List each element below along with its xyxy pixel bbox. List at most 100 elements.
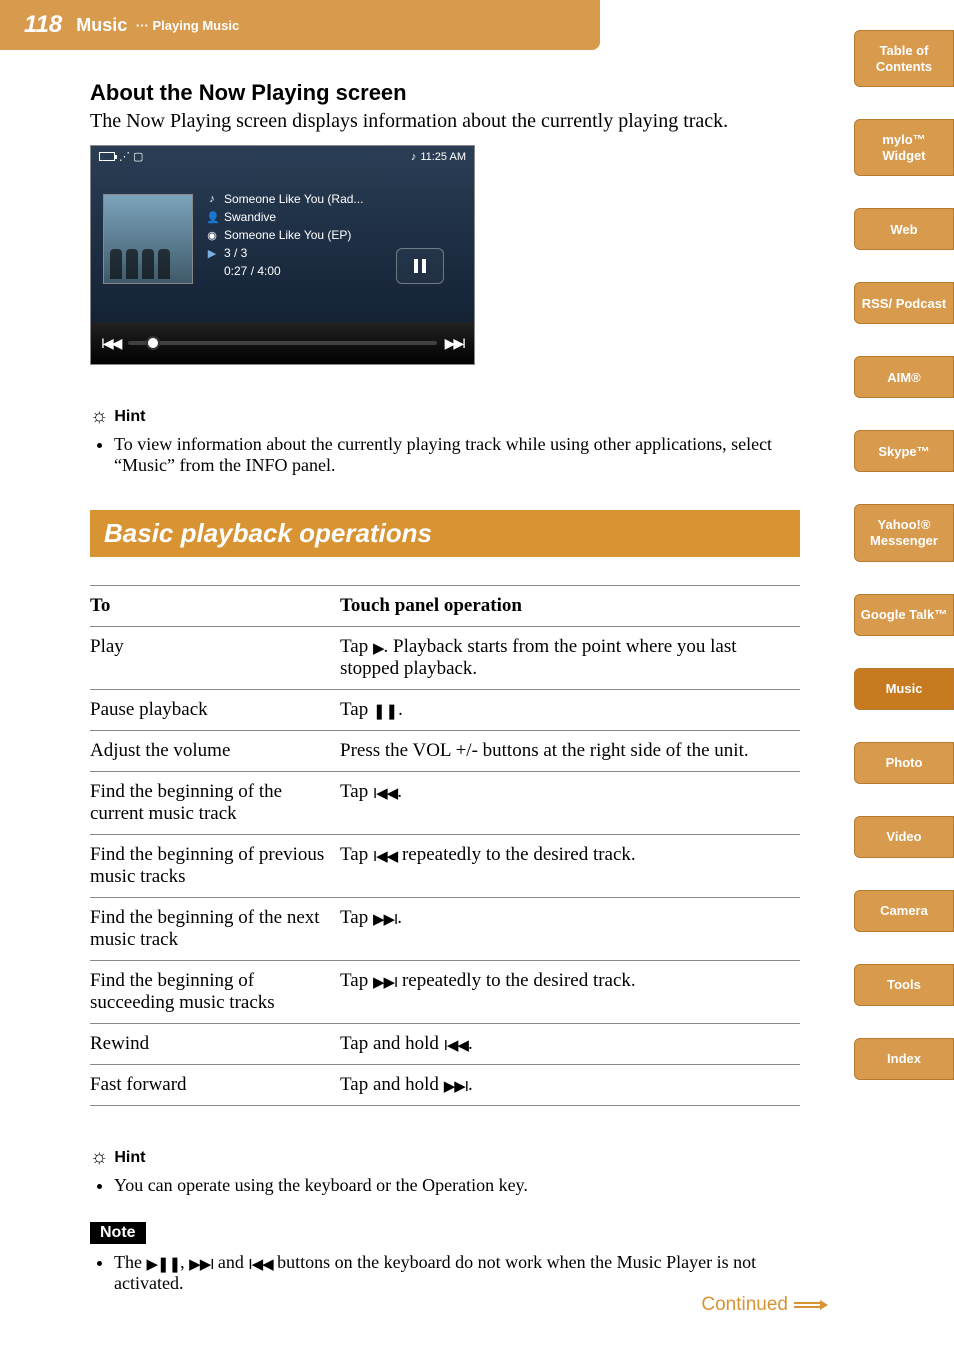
next-track-button[interactable]: ▶▶I <box>445 335 464 352</box>
nav-toc[interactable]: Table of Contents <box>854 30 954 87</box>
prevbold-icon: I◀◀ <box>373 847 397 865</box>
table-to-cell: Play <box>90 627 340 690</box>
note-item: The ▶❚❚, ▶▶I and I◀◀ buttons on the keyb… <box>114 1252 800 1294</box>
nav-skype[interactable]: Skype™ <box>854 430 954 472</box>
table-row: Find the beginning of the next music tra… <box>90 898 800 961</box>
nav-camera[interactable]: Camera <box>854 890 954 932</box>
hint-list-2: You can operate using the keyboard or th… <box>90 1175 800 1196</box>
window-icon: ▢ <box>133 150 143 163</box>
pause-icon <box>414 259 426 273</box>
hint-header: ☼ Hint <box>90 405 800 428</box>
table-header-to: To <box>90 586 340 627</box>
table-op-cell: Tap ❚❚. <box>340 690 800 731</box>
nav-tools[interactable]: Tools <box>854 964 954 1006</box>
nav-rss[interactable]: RSS/ Podcast <box>854 282 954 324</box>
table-row: RewindTap and hold I◀◀. <box>90 1024 800 1065</box>
page-header: 118 Music ··· Playing Music <box>0 0 600 50</box>
track-position: 3 / 3 <box>224 246 247 260</box>
table-to-cell: Adjust the volume <box>90 731 340 772</box>
playback-control-bar: I◀◀ ▶▶I <box>91 322 474 364</box>
table-op-cell: Tap I◀◀. <box>340 772 800 835</box>
nav-mylo[interactable]: mylo™ Widget <box>854 119 954 176</box>
hint-item: You can operate using the keyboard or th… <box>114 1175 800 1196</box>
table-row: Pause playbackTap ❚❚. <box>90 690 800 731</box>
music-note-icon <box>411 151 417 163</box>
sidebar-nav: Table of Contents mylo™ Widget Web RSS/ … <box>854 30 954 1112</box>
header-section: Music <box>76 15 127 36</box>
hint-item: To view information about the currently … <box>114 434 800 476</box>
track-album: Someone Like You (EP) <box>224 228 351 242</box>
nav-video[interactable]: Video <box>854 816 954 858</box>
table-to-cell: Find the beginning of the next music tra… <box>90 898 340 961</box>
hint-label: Hint <box>114 1149 145 1167</box>
next-icon: ▶▶I <box>373 973 397 991</box>
now-playing-screenshot: ⋰ ▢ 11:25 AM ♪Someone Like You (Rad... 👤… <box>90 145 475 365</box>
hint-list: To view information about the currently … <box>90 434 800 476</box>
nav-google-talk[interactable]: Google Talk™ <box>854 594 954 636</box>
wifi-icon: ⋰ <box>119 150 129 163</box>
track-title-icon: ♪ <box>206 193 218 205</box>
table-row: Find the beginning of succeeding music t… <box>90 961 800 1024</box>
play-icon: ▶ <box>373 639 384 657</box>
playing-icon: ▶ <box>206 247 218 260</box>
table-row: Find the beginning of the current music … <box>90 772 800 835</box>
table-op-cell: Press the VOL +/- buttons at the right s… <box>340 731 800 772</box>
table-to-cell: Rewind <box>90 1024 340 1065</box>
next-icon: ▶▶I <box>444 1077 468 1095</box>
progress-bar[interactable] <box>128 341 436 345</box>
page-number: 118 <box>0 11 76 39</box>
table-to-cell: Fast forward <box>90 1065 340 1106</box>
album-art <box>103 194 193 284</box>
about-intro: The Now Playing screen displays informat… <box>90 110 800 133</box>
note-label: Note <box>90 1222 146 1244</box>
table-to-cell: Find the beginning of the current music … <box>90 772 340 835</box>
table-header-operation: Touch panel operation <box>340 586 800 627</box>
hint-icon: ☼ <box>90 1146 108 1169</box>
table-op-cell: Tap ▶▶I. <box>340 898 800 961</box>
table-op-cell: Tap and hold ▶▶I. <box>340 1065 800 1106</box>
table-op-cell: Tap I◀◀ repeatedly to the desired track. <box>340 835 800 898</box>
table-op-cell: Tap ▶▶I repeatedly to the desired track. <box>340 961 800 1024</box>
next-icon: ▶▶I <box>373 910 397 928</box>
nav-web[interactable]: Web <box>854 208 954 250</box>
table-op-cell: Tap and hold I◀◀. <box>340 1024 800 1065</box>
main-content: About the Now Playing screen The Now Pla… <box>0 50 830 1294</box>
hint-header-2: ☼ Hint <box>90 1146 800 1169</box>
track-artist: Swandive <box>224 210 276 224</box>
hint-label: Hint <box>114 408 145 426</box>
prev-track-button[interactable]: I◀◀ <box>101 335 120 352</box>
hint-icon: ☼ <box>90 405 108 428</box>
progress-thumb[interactable] <box>146 336 160 350</box>
continued-indicator: Continued <box>701 1294 824 1316</box>
nav-index[interactable]: Index <box>854 1038 954 1080</box>
status-time: 11:25 AM <box>420 151 466 163</box>
play-pause-icon: ▶❚❚ <box>146 1255 180 1273</box>
table-row: PlayTap ▶. Playback starts from the poin… <box>90 627 800 690</box>
status-bar: ⋰ ▢ 11:25 AM <box>91 146 474 167</box>
prev-icon: I◀◀ <box>373 784 397 802</box>
nav-yahoo[interactable]: Yahoo!® Messenger <box>854 504 954 561</box>
table-op-cell: Tap ▶. Playback starts from the point wh… <box>340 627 800 690</box>
track-title: Someone Like You (Rad... <box>224 192 363 206</box>
continued-label: Continued <box>701 1294 788 1316</box>
album-icon: ◉ <box>206 229 218 242</box>
pause-icon: ❚❚ <box>373 702 398 720</box>
nav-photo[interactable]: Photo <box>854 742 954 784</box>
track-info: ♪Someone Like You (Rad... 👤Swandive ◉Som… <box>206 192 363 282</box>
prevbold-icon: I◀◀ <box>444 1036 468 1054</box>
battery-icon <box>99 152 115 161</box>
table-to-cell: Pause playback <box>90 690 340 731</box>
pause-button[interactable] <box>396 248 444 284</box>
table-to-cell: Find the beginning of succeeding music t… <box>90 961 340 1024</box>
nav-music[interactable]: Music <box>854 668 954 710</box>
prev-icon: I◀◀ <box>248 1255 272 1273</box>
track-time: 0:27 / 4:00 <box>224 264 281 278</box>
table-row: Adjust the volumePress the VOL +/- butto… <box>90 731 800 772</box>
nav-aim[interactable]: AIM® <box>854 356 954 398</box>
section-basic-playback: Basic playback operations <box>90 510 800 557</box>
table-to-cell: Find the beginning of previous music tra… <box>90 835 340 898</box>
operations-table: To Touch panel operation PlayTap ▶. Play… <box>90 585 800 1106</box>
about-heading: About the Now Playing screen <box>90 80 800 106</box>
table-row: Fast forwardTap and hold ▶▶I. <box>90 1065 800 1106</box>
note-list: The ▶❚❚, ▶▶I and I◀◀ buttons on the keyb… <box>90 1252 800 1294</box>
